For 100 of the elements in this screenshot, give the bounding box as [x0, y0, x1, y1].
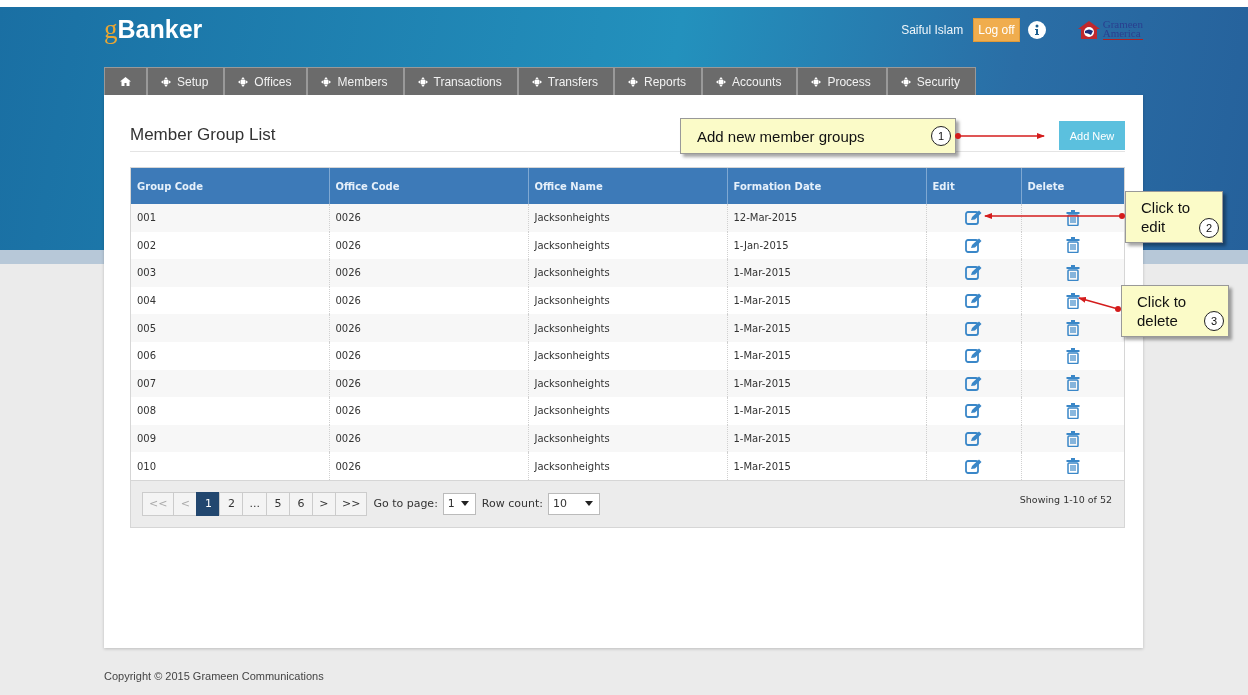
nav-tab[interactable]: Reports	[614, 67, 702, 95]
app-logo: gBanker	[104, 13, 203, 45]
table-cell: 006	[131, 341, 329, 370]
table-cell: 008	[131, 397, 329, 425]
nav-tab[interactable]: Process	[797, 67, 887, 95]
caret-icon	[585, 501, 593, 507]
column-header: Delete	[1021, 168, 1124, 204]
trash-icon[interactable]	[1065, 458, 1080, 475]
home-icon	[120, 77, 131, 86]
edit-icon[interactable]	[965, 458, 982, 474]
callout-text: Add new member groups	[697, 126, 865, 146]
move-icon	[531, 76, 542, 87]
move-icon	[811, 76, 822, 87]
record-summary: Showing 1-10 of 52	[1019, 493, 1112, 505]
table-cell: 0026	[329, 314, 528, 342]
table-cell: Jacksonheights	[528, 397, 727, 425]
edit-icon[interactable]	[965, 431, 982, 447]
trash-icon[interactable]	[1065, 237, 1080, 254]
move-icon	[417, 76, 428, 87]
table-cell: Jacksonheights	[528, 341, 727, 370]
edit-icon[interactable]	[965, 265, 982, 281]
trash-icon[interactable]	[1065, 430, 1080, 447]
move-icon	[321, 76, 332, 87]
edit-icon[interactable]	[965, 348, 982, 364]
step-number: 1	[931, 126, 951, 146]
table-cell: 1-Mar-2015	[727, 314, 926, 342]
table-cell: 010	[131, 452, 329, 480]
page-button[interactable]: 6	[288, 491, 313, 516]
nav-tab[interactable]: Members	[307, 67, 404, 95]
row-count-select[interactable]: 10	[548, 492, 600, 515]
edit-icon[interactable]	[965, 210, 982, 226]
table-cell: 0026	[329, 452, 528, 480]
column-header: Formation Date	[727, 168, 926, 204]
nav-tab[interactable]: Accounts	[702, 67, 798, 95]
table-cell: 0026	[329, 369, 528, 398]
caret-icon	[460, 501, 469, 507]
goto-label: Go to page:	[373, 497, 438, 511]
move-icon	[161, 76, 171, 87]
table-cell: 0026	[329, 259, 528, 287]
step-number: 2	[1199, 218, 1219, 238]
nav-tab[interactable]: Transfers	[517, 67, 614, 95]
step-number: 3	[1204, 311, 1224, 331]
trash-icon[interactable]	[1065, 402, 1080, 419]
move-icon	[238, 76, 249, 87]
table-cell: 009	[131, 424, 329, 453]
table-cell: 1-Mar-2015	[727, 341, 926, 370]
nav-tab[interactable]: Offices	[224, 67, 308, 95]
table-cell: 1-Mar-2015	[727, 424, 926, 453]
edit-icon[interactable]	[965, 237, 982, 253]
row-count-label: Row count:	[481, 497, 543, 511]
callout-text: Click to edit	[1141, 198, 1192, 236]
column-header: Office Name	[528, 168, 727, 204]
move-icon	[716, 76, 726, 87]
table-cell: 002	[131, 231, 329, 260]
info-icon[interactable]	[1027, 21, 1046, 39]
page-select[interactable]: 1	[442, 492, 476, 515]
house-icon	[1077, 21, 1100, 39]
table-cell: 0026	[329, 424, 528, 453]
page-button[interactable]: ...	[242, 491, 267, 516]
nav-tab[interactable]: Transactions	[403, 67, 518, 95]
table-cell: 0026	[329, 204, 528, 232]
table-cell: Jacksonheights	[528, 314, 727, 342]
table-cell: 12-Mar-2015	[727, 204, 926, 232]
move-icon	[628, 76, 638, 87]
table-cell: Jacksonheights	[528, 259, 727, 287]
edit-icon[interactable]	[965, 320, 982, 336]
copyright-text: Copyright © 2015 Grameen Communications	[104, 670, 325, 682]
edit-icon[interactable]	[965, 375, 982, 391]
edit-icon[interactable]	[965, 403, 982, 419]
nav-tab[interactable]	[104, 67, 147, 95]
trash-icon[interactable]	[1065, 347, 1080, 364]
table-cell: 007	[131, 369, 329, 398]
trash-icon[interactable]	[1065, 292, 1080, 309]
column-header: Edit	[926, 168, 1021, 204]
nav-tab[interactable]: Security	[886, 67, 977, 95]
table-cell: 1-Mar-2015	[727, 452, 926, 480]
table-cell: Jacksonheights	[528, 369, 727, 398]
table-cell: 005	[131, 314, 329, 342]
trash-icon[interactable]	[1065, 375, 1080, 392]
table-cell: 1-Mar-2015	[727, 369, 926, 398]
page-button[interactable]: 1	[196, 491, 221, 516]
nav-tab[interactable]: Setup	[147, 67, 225, 95]
edit-icon[interactable]	[965, 293, 982, 309]
page-button[interactable]: 2	[219, 491, 244, 516]
table-cell: 1-Mar-2015	[727, 259, 926, 287]
page-button[interactable]: >	[311, 491, 336, 516]
table-cell: 001	[131, 204, 329, 232]
trash-icon[interactable]	[1065, 209, 1080, 226]
callout-text: Click to delete	[1137, 292, 1188, 330]
column-header: Office Code	[329, 168, 528, 204]
user-name: Saiful Islam	[901, 23, 964, 37]
table-cell: Jacksonheights	[528, 204, 727, 232]
table-cell: 004	[131, 286, 329, 315]
trash-icon[interactable]	[1065, 265, 1080, 281]
table-cell: 0026	[329, 397, 528, 425]
trash-icon[interactable]	[1065, 320, 1080, 337]
table-cell: Jacksonheights	[528, 424, 727, 453]
page-button[interactable]: >>	[334, 491, 368, 516]
page-button[interactable]: 5	[265, 491, 290, 516]
table-cell: 003	[131, 259, 329, 287]
